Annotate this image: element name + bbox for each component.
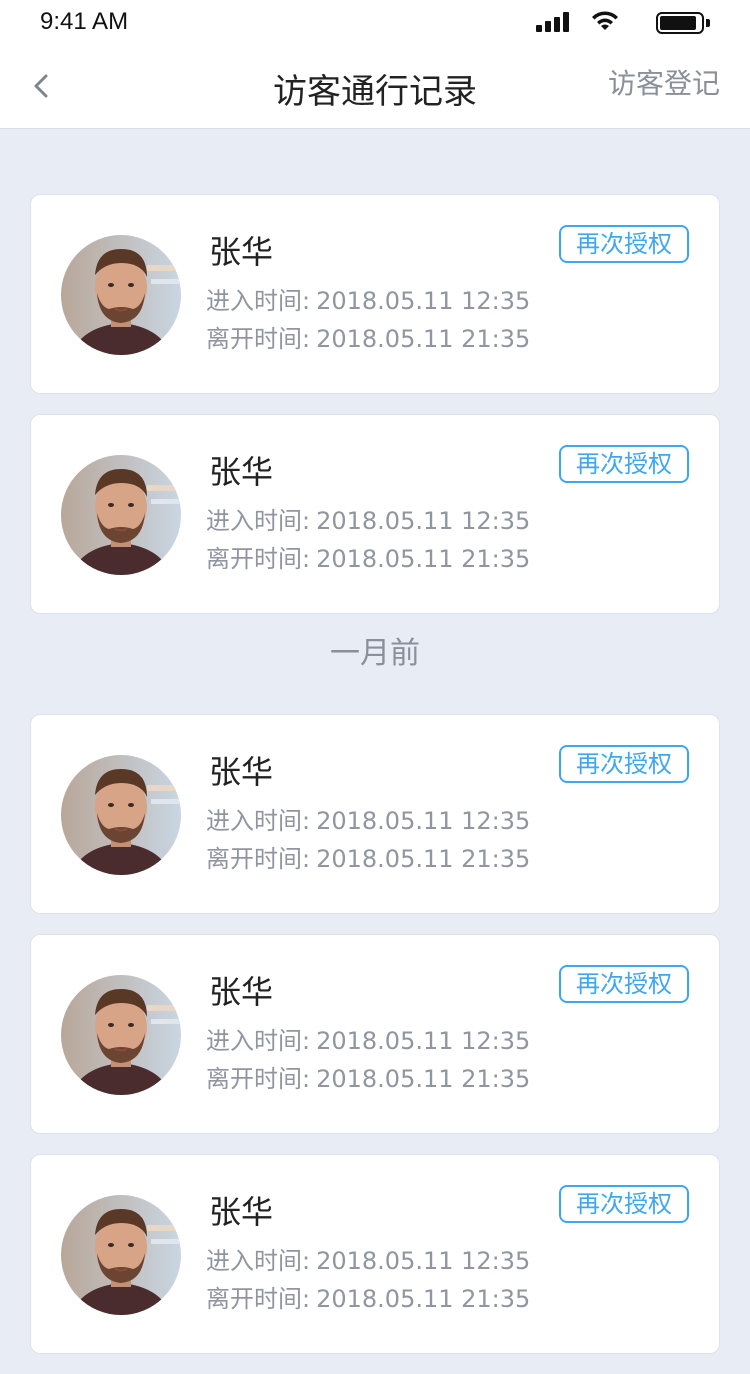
status-icons (510, 10, 710, 34)
leave-time-row: 离开时间: 2018.05.11 21:35 (206, 319, 530, 354)
leave-time-row: 离开时间: 2018.05.11 21:35 (206, 839, 530, 874)
nav-bar: 访客通行记录 访客登记 (0, 44, 750, 129)
leave-time-value: 2018.05.11 21:35 (316, 325, 531, 353)
visitor-name: 张华 (209, 1193, 274, 1231)
section-label: 一月前 (330, 636, 420, 671)
visitor-record-card[interactable]: 张华 进入时间: 2018.05.11 12:35 离开时间: 2018.05.11 2… (30, 414, 720, 614)
visitor-record-card[interactable]: 张华 进入时间: 2018.05.11 12:35 离开时间: 2018.05.11 2… (30, 194, 720, 394)
leave-time-row: 离开时间: 2018.05.11 21:35 (206, 539, 530, 574)
avatar (61, 455, 181, 575)
cellular-signal-icon (536, 12, 572, 32)
enter-time-row: 进入时间: 2018.05.11 12:35 (206, 501, 530, 536)
visitor-record-card[interactable]: 张华 进入时间: 2018.05.11 12:35 离开时间: 2018.05.11 2… (30, 934, 720, 1134)
avatar-image (61, 235, 181, 355)
leave-time-label: 离开时间: (206, 1065, 311, 1093)
leave-time-row: 离开时间: 2018.05.11 21:35 (206, 1279, 530, 1314)
visitor-name: 张华 (209, 233, 274, 271)
avatar-image (61, 755, 181, 875)
avatar (61, 755, 181, 875)
status-time: 9:41 AM (40, 8, 129, 35)
leave-time-row: 离开时间: 2018.05.11 21:35 (206, 1059, 530, 1094)
avatar-image (61, 455, 181, 575)
enter-time-value: 2018.05.11 12:35 (316, 287, 531, 315)
visitor-name: 张华 (209, 453, 274, 491)
enter-time-row: 进入时间: 2018.05.11 12:35 (206, 1241, 530, 1276)
enter-time-value: 2018.05.11 12:35 (316, 807, 531, 835)
enter-time-row: 进入时间: 2018.05.11 12:35 (206, 801, 530, 836)
enter-time-row: 进入时间: 2018.05.11 12:35 (206, 1021, 530, 1056)
enter-time-label: 进入时间: (206, 287, 311, 315)
visitor-register-button[interactable]: 访客登记 (608, 62, 720, 102)
reauthorize-button[interactable]: 再次授权 (559, 965, 689, 1003)
leave-time-value: 2018.05.11 21:35 (316, 1065, 531, 1093)
visitor-name: 张华 (209, 973, 274, 1011)
avatar (61, 975, 181, 1095)
leave-time-label: 离开时间: (206, 545, 311, 573)
enter-time-value: 2018.05.11 12:35 (316, 1247, 531, 1275)
wifi-icon (592, 11, 618, 30)
reauthorize-button[interactable]: 再次授权 (559, 225, 689, 263)
enter-time-label: 进入时间: (206, 807, 311, 835)
enter-time-row: 进入时间: 2018.05.11 12:35 (206, 281, 530, 316)
avatar-image (61, 1195, 181, 1315)
record-list: 张华 进入时间: 2018.05.11 12:35 离开时间: 2018.05.11 2… (30, 194, 720, 1374)
avatar (61, 235, 181, 355)
visitor-record-card[interactable]: 张华 进入时间: 2018.05.11 12:35 离开时间: 2018.05.11 2… (30, 714, 720, 914)
enter-time-value: 2018.05.11 12:35 (316, 1027, 531, 1055)
enter-time-label: 进入时间: (206, 1247, 311, 1275)
leave-time-label: 离开时间: (206, 325, 311, 353)
reauthorize-button[interactable]: 再次授权 (559, 745, 689, 783)
leave-time-value: 2018.05.11 21:35 (316, 1285, 531, 1313)
battery-icon (656, 12, 710, 34)
visitor-name: 张华 (209, 753, 274, 791)
avatar (61, 1195, 181, 1315)
leave-time-label: 离开时间: (206, 1285, 311, 1313)
leave-time-value: 2018.05.11 21:35 (316, 845, 531, 873)
reauthorize-button[interactable]: 再次授权 (559, 1185, 689, 1223)
enter-time-label: 进入时间: (206, 1027, 311, 1055)
enter-time-label: 进入时间: (206, 507, 311, 535)
status-bar: 9:41 AM (0, 0, 750, 44)
visitor-record-card[interactable]: 张华 进入时间: 2018.05.11 12:35 离开时间: 2018.05.11 2… (30, 1154, 720, 1354)
leave-time-value: 2018.05.11 21:35 (316, 545, 531, 573)
avatar-image (61, 975, 181, 1095)
leave-time-label: 离开时间: (206, 845, 311, 873)
enter-time-value: 2018.05.11 12:35 (316, 507, 531, 535)
reauthorize-button[interactable]: 再次授权 (559, 445, 689, 483)
